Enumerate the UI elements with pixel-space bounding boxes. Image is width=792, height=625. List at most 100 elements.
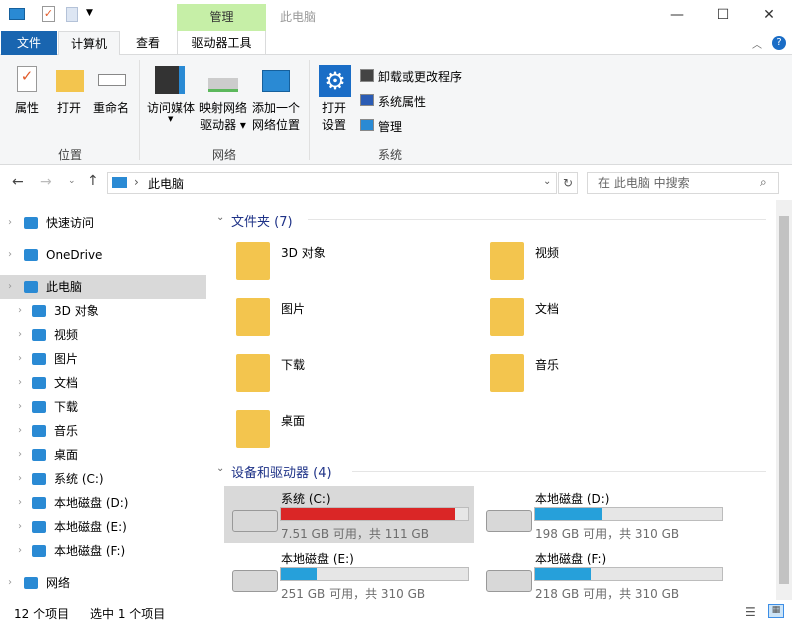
nav-item-icon xyxy=(32,545,46,557)
system-properties-button[interactable]: 系统属性 xyxy=(378,93,426,110)
expand-chevron-icon[interactable]: › xyxy=(18,467,22,491)
nav-item[interactable]: › 此电脑 xyxy=(0,275,206,299)
expand-chevron-icon[interactable]: › xyxy=(8,275,12,299)
nav-item[interactable]: › 桌面 xyxy=(0,443,206,467)
drive-usage-fill xyxy=(535,568,592,580)
forward-button[interactable]: → xyxy=(40,174,52,190)
new-folder-icon[interactable] xyxy=(66,7,78,22)
folder-name: 文档 xyxy=(535,302,560,316)
uninstall-button[interactable]: 卸载或更改程序 xyxy=(378,68,462,85)
minimize-button[interactable]: — xyxy=(654,0,700,31)
refresh-icon[interactable]: ↻ xyxy=(558,172,578,194)
breadcrumb-this-pc[interactable]: 此电脑 xyxy=(148,175,184,192)
nav-item[interactable]: › OneDrive xyxy=(0,243,206,267)
drive-item[interactable]: 系统 (C:) 7.51 GB 可用，共 111 GB xyxy=(224,486,474,543)
expand-chevron-icon[interactable]: › xyxy=(18,539,22,563)
expand-chevron-icon[interactable]: › xyxy=(8,211,12,235)
folder-item[interactable]: 桌面 xyxy=(236,408,466,456)
nav-item[interactable]: › 音乐 xyxy=(0,419,206,443)
folder-name: 3D 对象 xyxy=(281,246,326,260)
scrollbar-thumb[interactable] xyxy=(779,216,789,584)
section-header-folders[interactable]: 文件夹 (7) xyxy=(231,211,293,230)
folder-item[interactable]: 下载 xyxy=(236,352,466,400)
nav-item[interactable]: › 网络 xyxy=(0,571,206,595)
settings-gear-icon: ⚙ xyxy=(319,65,351,97)
back-button[interactable]: ← xyxy=(12,174,24,190)
drive-usage-fill xyxy=(535,508,603,520)
collapse-chevron-icon[interactable]: ⌄ xyxy=(216,212,224,223)
nav-item[interactable]: › 本地磁盘 (F:) xyxy=(0,539,206,563)
folder-item[interactable]: 图片 xyxy=(236,296,466,344)
folder-item[interactable]: 视频 xyxy=(490,240,720,288)
map-drive-label-2: 驱动器 xyxy=(200,118,237,132)
properties-button[interactable]: 属性 xyxy=(10,100,44,117)
drive-usage-fill xyxy=(281,568,317,580)
expand-chevron-icon[interactable]: › xyxy=(8,571,12,595)
rename-button[interactable]: 重命名 xyxy=(90,100,132,117)
details-view-icon[interactable]: ☰ xyxy=(745,605,756,619)
nav-item[interactable]: › 图片 xyxy=(0,347,206,371)
folder-item[interactable]: 音乐 xyxy=(490,352,720,400)
nav-item[interactable]: › 3D 对象 xyxy=(0,299,206,323)
expand-chevron-icon[interactable]: › xyxy=(18,371,22,395)
tab-computer[interactable]: 计算机 xyxy=(58,31,120,56)
folder-name: 音乐 xyxy=(535,358,560,372)
collapse-ribbon-icon[interactable]: ︿ xyxy=(752,36,762,51)
nav-item[interactable]: › 视频 xyxy=(0,323,206,347)
drive-space-info: 7.51 GB 可用，共 111 GB xyxy=(281,527,429,541)
expand-chevron-icon[interactable]: › xyxy=(18,419,22,443)
nav-item[interactable]: › 系统 (C:) xyxy=(0,467,206,491)
expand-chevron-icon[interactable]: › xyxy=(18,323,22,347)
nav-item-icon xyxy=(32,329,46,341)
nav-item-icon xyxy=(32,521,46,533)
search-input[interactable]: 在 此电脑 中搜索 xyxy=(587,172,779,194)
nav-item[interactable]: › 快速访问 xyxy=(0,211,206,235)
nav-item[interactable]: › 下载 xyxy=(0,395,206,419)
expand-chevron-icon[interactable]: › xyxy=(18,299,22,323)
section-header-drives[interactable]: 设备和驱动器 (4) xyxy=(231,462,332,481)
expand-chevron-icon[interactable]: › xyxy=(18,443,22,467)
nav-item-label: 3D 对象 xyxy=(54,304,99,318)
divider xyxy=(308,219,766,220)
folder-item[interactable]: 文档 xyxy=(490,296,720,344)
collapse-chevron-icon[interactable]: ⌄ xyxy=(216,463,224,474)
tab-file[interactable]: 文件 xyxy=(1,31,57,55)
drive-item[interactable]: 本地磁盘 (D:) 198 GB 可用，共 310 GB xyxy=(478,486,728,543)
help-icon[interactable]: ? xyxy=(772,36,786,50)
close-button[interactable]: ✕ xyxy=(746,0,792,31)
drive-item[interactable]: 本地磁盘 (F:) 218 GB 可用，共 310 GB xyxy=(478,546,728,603)
address-dropdown-icon[interactable]: ⌄ xyxy=(543,176,551,187)
up-button[interactable]: ↑ xyxy=(87,173,99,189)
drive-item[interactable]: 本地磁盘 (E:) 251 GB 可用，共 310 GB xyxy=(224,546,474,603)
folder-name: 下载 xyxy=(281,358,306,372)
nav-item[interactable]: › 文档 xyxy=(0,371,206,395)
nav-item[interactable]: › 本地磁盘 (E:) xyxy=(0,515,206,539)
nav-item-icon xyxy=(32,473,46,485)
properties-icon[interactable]: ✓ xyxy=(42,6,55,22)
tab-view[interactable]: 查看 xyxy=(122,31,174,55)
computer-icon xyxy=(9,8,25,20)
add-network-location-button[interactable]: 添加一个 网络位置 xyxy=(250,100,302,134)
breadcrumb-separator-icon: › xyxy=(134,175,139,189)
recent-locations-icon[interactable]: ⌄ xyxy=(68,176,76,186)
quick-access-dropdown-icon[interactable]: ▼ xyxy=(86,8,93,18)
open-button[interactable]: 打开 xyxy=(52,100,86,117)
expand-chevron-icon[interactable]: › xyxy=(18,395,22,419)
expand-chevron-icon[interactable]: › xyxy=(18,347,22,371)
drive-icon xyxy=(232,570,278,592)
open-settings-button[interactable]: 打开 设置 xyxy=(316,100,352,134)
nav-item[interactable]: › 本地磁盘 (D:) xyxy=(0,491,206,515)
nav-item-label: 下载 xyxy=(54,400,79,414)
large-icons-view-icon[interactable]: ▦ xyxy=(768,604,784,618)
expand-chevron-icon[interactable]: › xyxy=(18,491,22,515)
folder-icon xyxy=(236,354,270,392)
maximize-button[interactable]: ☐ xyxy=(700,0,746,31)
drive-space-info: 198 GB 可用，共 310 GB xyxy=(535,527,680,541)
expand-chevron-icon[interactable]: › xyxy=(18,515,22,539)
map-network-drive-button[interactable]: 映射网络 驱动器 ▾ xyxy=(198,100,248,134)
expand-chevron-icon[interactable]: › xyxy=(8,243,12,267)
manage-button[interactable]: 管理 xyxy=(378,118,402,135)
tab-drive-tools[interactable]: 驱动器工具 xyxy=(177,31,266,55)
folder-item[interactable]: 3D 对象 xyxy=(236,240,466,288)
nav-item-icon xyxy=(32,425,46,437)
